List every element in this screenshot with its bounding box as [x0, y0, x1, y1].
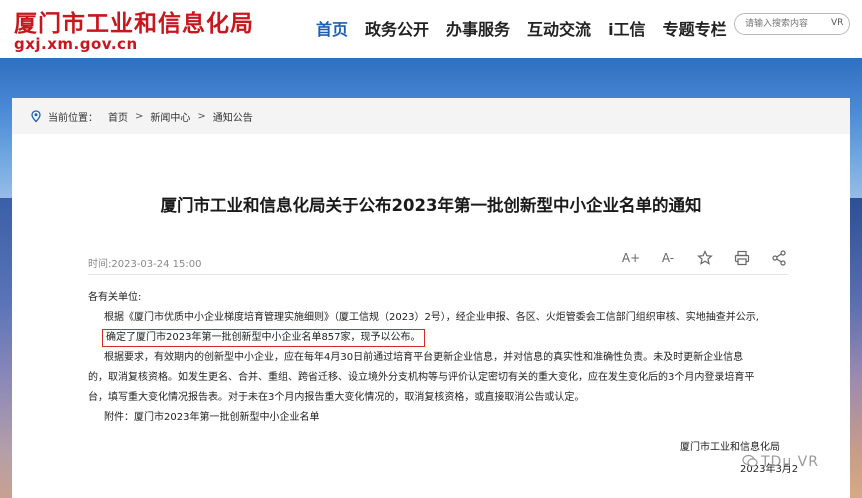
site-title[interactable]: 厦门市工业和信息化局 — [14, 4, 254, 38]
location-pin-icon — [31, 110, 41, 123]
watermark-text: TDu VR — [761, 454, 819, 470]
breadcrumb-label: 当前位置： — [48, 113, 98, 124]
attachment-link[interactable]: 附件：厦门市2023年第一批创新型中小企业名单 — [88, 408, 788, 428]
vr-button[interactable]: VR — [831, 18, 847, 30]
site-header: 厦门市工业和信息化局 gxj.xm.gov.cn 首页 政务公开 办事服务 互动… — [0, 0, 862, 58]
publish-time: 时间:2023-03-24 15:00 — [88, 259, 202, 270]
wechat-icon — [742, 454, 758, 467]
breadcrumb-notices[interactable]: 通知公告 — [213, 109, 253, 124]
salutation: 各有关单位: — [88, 292, 142, 303]
nav-services[interactable]: 办事服务 — [446, 16, 510, 40]
share-icon — [772, 250, 786, 266]
nav-home[interactable]: 首页 — [316, 16, 348, 40]
divider — [88, 274, 788, 275]
watermark: TDu VR — [742, 454, 819, 470]
breadcrumb-home[interactable]: 首页 — [108, 109, 128, 124]
article-body: 各有关单位: 根据《厦门市优质中小企业梯度培育管理实施细则》（厦工信规（2023… — [88, 288, 788, 428]
main-nav: 首页 政务公开 办事服务 互动交流 i工信 专题专栏 — [316, 16, 744, 40]
nav-government-affairs[interactable]: 政务公开 — [365, 16, 429, 40]
nav-special-topics[interactable]: 专题专栏 — [663, 16, 727, 40]
paragraph-2-line-2: 的，取消复核资格。如发生更名、合并、重组、跨省迁移、设立境外分支机构等与评价认定… — [88, 372, 755, 383]
print-icon — [734, 250, 750, 266]
chevron-right-icon: > — [135, 111, 144, 122]
highlighted-sentence: 确定了厦门市2023年第一批创新型中小企业名单857家，现予以公布。 — [102, 329, 425, 347]
search-box: VR — [734, 13, 850, 35]
content-panel: 当前位置： 首页 > 新闻中心 > 通知公告 厦门市工业和信息化局关于公布202… — [12, 98, 850, 498]
breadcrumb-bar: 当前位置： 首页 > 新闻中心 > 通知公告 — [12, 98, 850, 134]
article-title: 厦门市工业和信息化局关于公布2023年第一批创新型中小企业名单的通知 — [160, 196, 702, 215]
nav-i-gongxin[interactable]: i工信 — [608, 16, 646, 40]
paragraph-2-line-3: 台，填写重大变化情况报告表。对于未在3个月内报告重大变化情况的，取消复核资格，或… — [88, 392, 585, 403]
site-domain: gxj.xm.gov.cn — [14, 35, 138, 53]
breadcrumb-news-center[interactable]: 新闻中心 — [150, 109, 190, 124]
font-decrease-icon: A- — [661, 251, 675, 265]
share-button[interactable] — [770, 249, 788, 267]
signature-org: 厦门市工业和信息化局 — [680, 442, 780, 453]
font-increase-button[interactable]: A+ — [622, 249, 640, 267]
star-icon — [697, 250, 713, 265]
search-input[interactable] — [745, 17, 829, 31]
article-toolbar: A+ A- — [622, 249, 807, 267]
nav-interaction[interactable]: 互动交流 — [527, 16, 591, 40]
breadcrumb: 当前位置： 首页 > 新闻中心 > 通知公告 — [30, 109, 253, 124]
font-increase-icon: A+ — [621, 251, 641, 265]
paragraph-1: 根据《厦门市优质中小企业梯度培育管理实施细则》（厦工信规（2023）2号），经企… — [104, 312, 759, 323]
favorite-button[interactable] — [696, 249, 714, 267]
chevron-right-icon: > — [197, 111, 206, 122]
paragraph-2-line-1: 根据要求，有效期内的创新型中小企业，应在每年4月30日前通过培育平台更新企业信息… — [104, 352, 744, 363]
print-button[interactable] — [733, 249, 751, 267]
font-decrease-button[interactable]: A- — [659, 249, 677, 267]
